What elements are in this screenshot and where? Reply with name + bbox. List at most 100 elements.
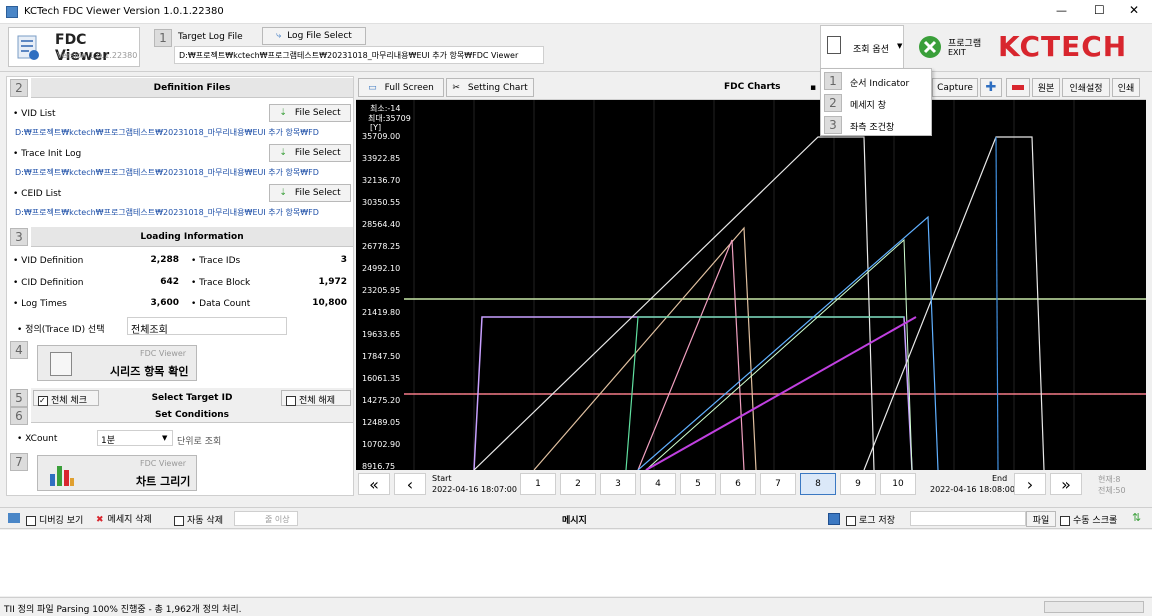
check-all-button[interactable]: ✓ 전체 체크 [33,390,99,406]
item-label: 좌측 조건창 [850,123,895,133]
step-6-badge: 6 [10,407,28,425]
y-tick-label: 14275.20 [362,396,401,405]
trace-block-label: • Trace Block [191,278,251,288]
save-icon-button[interactable]: ▪ [806,78,820,97]
save-icon [828,513,840,525]
vid-def-label: • VID Definition [13,256,84,266]
cid-def-label: • CID Definition [13,278,84,288]
debug-checkbox[interactable]: 디버깅 보기 [26,513,83,526]
page-info-total: 전체:50 [1098,486,1126,495]
step-7-badge: 7 [10,453,28,471]
capture-button[interactable]: Capture [932,78,978,97]
page-10-button[interactable]: 10 [880,473,916,495]
log-save-checkbox[interactable]: 로그 저장 [846,513,895,526]
log-path-field[interactable]: D:₩프로젝트₩kctech₩프로그램테스트₩20231018_마무리내용₩EU… [174,46,544,64]
line-count-input[interactable]: 줄 이상 [234,511,298,526]
minimize-button[interactable]: — [1056,4,1067,17]
y-tick-label: 19633.65 [362,330,401,339]
file-button[interactable]: 파일 [1026,511,1056,527]
dropdown-item-left-panel[interactable]: 3 좌측 조건창 [822,115,932,135]
monitor-icon [8,513,20,523]
page-info-current: 현재:8 [1098,475,1121,484]
page-1-button[interactable]: 1 [520,473,556,495]
page-2-button[interactable]: 2 [560,473,596,495]
item-label: 순서 Indicator [850,79,910,89]
last-page-button[interactable]: » [1050,473,1082,495]
page-7-button[interactable]: 7 [760,473,796,495]
vid-file-select-button[interactable]: ⇣ File Select [269,104,351,122]
next-page-button[interactable]: › [1014,473,1046,495]
chevron-down-icon: ▼ [162,434,168,442]
tools-icon: ✂ [452,82,460,93]
page-6-button[interactable]: 6 [720,473,756,495]
full-screen-button[interactable]: ▭ Full Screen [358,78,444,97]
item-num: 1 [824,72,842,90]
step-5-badge: 5 [10,389,28,407]
trace-select-field[interactable]: 전체조회 [127,317,287,336]
xcount-label: • XCount [17,434,58,444]
y-tick-label: 12489.05 [362,418,401,427]
log-times-value: 3,600 [150,298,179,308]
log-times-label: • Log Times [13,299,67,309]
add-file-icon: ⇣ [279,148,287,158]
close-button[interactable]: ✕ [1129,3,1139,17]
print-setup-button[interactable]: 인쇄설정 [1062,78,1110,97]
query-option-button[interactable]: 조회 옵션 ▼ [820,25,904,69]
y-axis-ticks: 35709.00 33922.85 32136.70 30350.55 2856… [356,100,414,471]
page-4-button[interactable]: 4 [640,473,676,495]
app-logo-icon [15,34,41,62]
y-tick-label: 17847.50 [362,352,401,361]
zoom-in-button[interactable]: ✚ [980,78,1002,97]
ceid-file-select-button[interactable]: ⇣ File Select [269,184,351,202]
log-file-select-button[interactable]: ⤷ Log File Select [262,27,366,45]
progress-bar [1044,601,1144,613]
brand-logo: KCTECH [998,30,1128,63]
xcount-select[interactable]: 1분 ▼ [97,430,173,446]
set-conditions-header: Set Conditions [31,407,353,423]
y-tick-label: 21419.80 [362,308,401,317]
exit-button[interactable]: 프로그램 EXIT [914,27,988,67]
dropdown-item-message[interactable]: 2 메세지 창 [822,93,932,113]
zoom-out-button[interactable] [1006,78,1030,97]
log-file-input[interactable] [910,511,1026,526]
original-button[interactable]: 원본 [1032,78,1060,97]
step-3-badge: 3 [10,228,28,246]
item-label: 메세지 창 [850,101,886,111]
auto-delete-checkbox[interactable]: 자동 삭제 [174,513,223,526]
draw-btn-main: 차트 그리기 [136,475,191,488]
maximize-button[interactable]: ☐ [1094,3,1105,17]
dropdown-item-indicator[interactable]: 1 순서 Indicator [822,71,932,91]
setting-chart-button[interactable]: ✂ Setting Chart [446,78,534,97]
chart-title: FDC Charts [724,82,781,92]
y-tick-label: 33922.85 [362,154,401,163]
print-button[interactable]: 인쇄 [1112,78,1140,97]
draw-chart-button[interactable]: FDC Viewer 차트 그리기 [37,455,197,491]
y-tick-label: 16061.35 [362,374,401,383]
page-5-button[interactable]: 5 [680,473,716,495]
left-panel: 2 Definition Files • VID List ⇣ File Sele… [6,76,354,496]
vid-list-label: • VID List [13,109,56,119]
message-area[interactable] [0,530,1152,596]
log-path-text: D:₩프로젝트₩kctech₩프로그램테스트₩20231018_마무리내용₩EU… [179,51,519,60]
prev-page-button[interactable]: ‹ [394,473,426,495]
plus-icon: ✚ [985,80,997,95]
delete-message-button[interactable]: ✖ 메세지 삭제 [96,512,152,525]
page-9-button[interactable]: 9 [840,473,876,495]
data-count-label: • Data Count [191,299,251,309]
manual-scroll-checkbox[interactable]: 수동 스크롤 [1060,513,1117,526]
y-tick-label: 30350.55 [362,198,401,207]
data-count-value: 10,800 [312,298,347,308]
trace-file-select-button[interactable]: ⇣ File Select [269,144,351,162]
page-8-button[interactable]: 8 [800,473,836,495]
first-page-button[interactable]: « [358,473,390,495]
y-tick-label: 35709.00 [362,132,401,141]
app-version: Version 1.0.1.22380 [57,51,138,60]
item-num: 2 [824,94,842,112]
trace-ids-value: 3 [340,255,347,265]
page-3-button[interactable]: 3 [600,473,636,495]
chart-area: 최소:-14 최대:35709 [Y] 35709.00 33922.85 32… [356,100,1146,471]
y-tick-label: 26778.25 [362,242,401,251]
uncheck-all-button[interactable]: 전체 해제 [281,390,351,406]
series-check-button[interactable]: FDC Viewer 시리즈 항목 확인 [37,345,197,381]
app-logo-box: FDC Viewer Version 1.0.1.22380 [8,27,140,67]
